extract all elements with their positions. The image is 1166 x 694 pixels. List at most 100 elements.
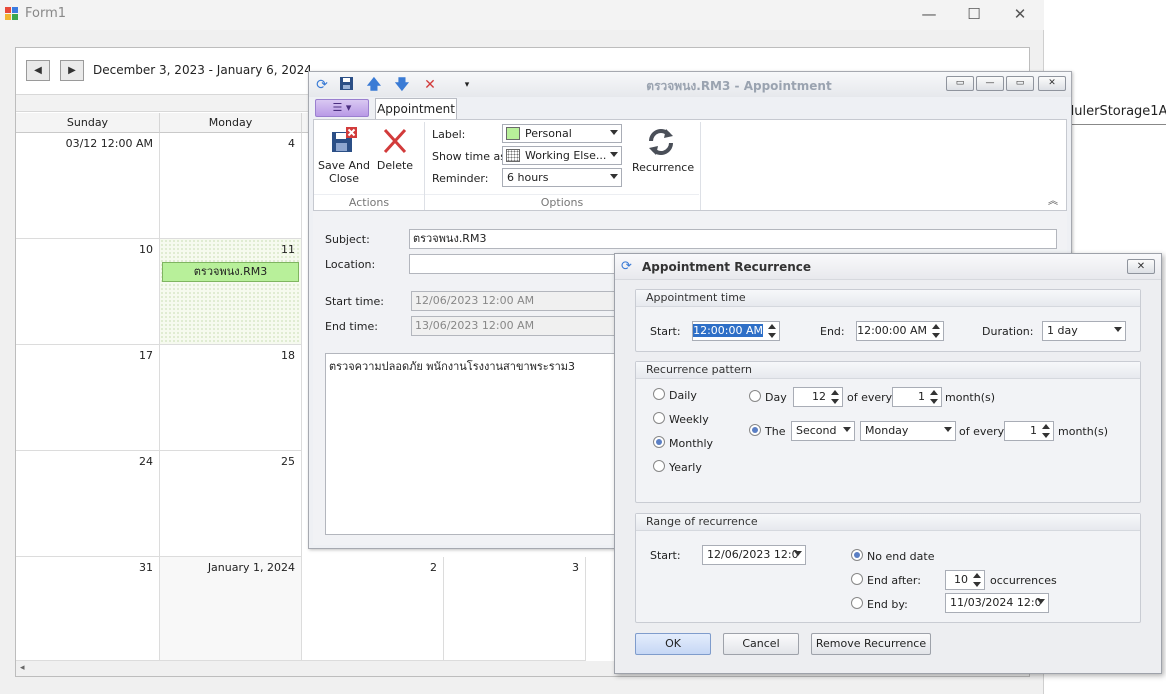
remove-recurrence-button[interactable]: Remove Recurrence — [811, 633, 931, 655]
window-title: Form1 — [25, 6, 67, 21]
radio-day[interactable] — [749, 390, 761, 402]
delete-button[interactable]: Delete — [375, 126, 415, 172]
spin-down-icon[interactable] — [1042, 433, 1050, 438]
recurrence-button[interactable]: Recurrence — [632, 126, 694, 174]
start-time-label: Start time: — [325, 295, 384, 308]
yearly-label: Yearly — [669, 461, 702, 474]
recurrence-titlebar[interactable]: ⟳ Appointment Recurrence ✕ — [615, 254, 1161, 280]
scroll-left-icon[interactable]: ◂ — [20, 663, 25, 673]
spin-down-icon[interactable] — [973, 582, 981, 587]
arrow-up-icon[interactable]: 🡅 — [365, 76, 383, 94]
calendar-cell[interactable]: 4 — [160, 133, 302, 239]
collapse-ribbon-icon[interactable]: ︽ — [1048, 192, 1058, 207]
calendar-cell[interactable]: 10 — [16, 239, 160, 345]
reminder-combo[interactable]: 6 hours — [502, 168, 622, 187]
radio-monthly[interactable] — [653, 436, 665, 448]
cell-date: 10 — [139, 243, 153, 256]
occurrences-value: 10 — [954, 573, 968, 586]
show-time-combo[interactable]: Working Else... — [502, 146, 622, 165]
spin-up-icon[interactable] — [1042, 424, 1050, 429]
application-menu-button[interactable]: ☰ ▾ — [315, 99, 369, 117]
cell-date: 24 — [139, 455, 153, 468]
radio-yearly[interactable] — [653, 460, 665, 472]
spin-down-icon[interactable] — [932, 333, 940, 338]
spin-up-icon[interactable] — [930, 390, 938, 395]
spin-down-icon[interactable] — [768, 333, 776, 338]
spin-up-icon[interactable] — [768, 324, 776, 329]
range-start-combo[interactable]: 12/06/2023 12:0 — [702, 545, 806, 565]
calendar-cell[interactable]: 03/12 12:00 AM — [16, 133, 160, 239]
save-icon[interactable] — [337, 76, 355, 94]
calendar-cell[interactable]: January 1, 2024 — [160, 557, 302, 661]
notes-textarea[interactable]: ตรวจความปลอดภัย พนักงานโรงงานสาขาพระราม3 — [325, 353, 625, 535]
weekday-combo[interactable]: Monday — [860, 421, 956, 441]
rec-start-time-value: 12:00:00 AM — [693, 324, 763, 337]
reminder-value: 6 hours — [507, 171, 549, 184]
end-by-combo[interactable]: 11/03/2024 12:0 — [945, 593, 1049, 613]
months-label-2: month(s) — [1058, 425, 1109, 438]
spin-up-icon[interactable] — [973, 573, 981, 578]
tabbed-view-button[interactable]: ▭ — [946, 76, 974, 91]
cancel-button[interactable]: Cancel — [723, 633, 799, 655]
arrow-down-icon[interactable]: 🡇 — [393, 76, 411, 94]
calendar-cell[interactable]: 2 — [302, 557, 444, 661]
day-number-spin[interactable]: 12 — [793, 387, 843, 407]
spin-up-icon[interactable] — [831, 390, 839, 395]
maximize-button[interactable]: ☐ — [951, 0, 997, 30]
spin-down-icon[interactable] — [831, 399, 839, 404]
minimize-button[interactable]: — — [906, 0, 952, 30]
ordinal-combo[interactable]: Second — [791, 421, 855, 441]
main-titlebar[interactable]: Form1 — ☐ ✕ — [0, 0, 1044, 30]
appt-minimize-button[interactable]: — — [976, 76, 1004, 91]
subject-input[interactable]: ตรวจพนง.RM3 — [409, 229, 1057, 249]
cell-date: 2 — [430, 561, 437, 574]
radio-end-by[interactable] — [851, 597, 863, 609]
recurrence-close-button[interactable]: ✕ — [1127, 259, 1155, 274]
radio-no-end-date[interactable] — [851, 549, 863, 561]
radio-weekly[interactable] — [653, 412, 665, 424]
months-spin-1[interactable]: 1 — [892, 387, 942, 407]
months-value-1: 1 — [918, 390, 925, 403]
cell-date: 18 — [281, 349, 295, 362]
reminder-caption: Reminder: — [432, 172, 489, 185]
spin-down-icon[interactable] — [930, 399, 938, 404]
save-and-close-label: Save And Close — [318, 159, 370, 185]
calendar-cell[interactable]: 18 — [160, 345, 302, 451]
spin-up-icon[interactable] — [932, 324, 940, 329]
calendar-cell-with-appointment[interactable]: 11 ตรวจพนง.RM3 — [160, 239, 302, 345]
radio-the[interactable] — [749, 424, 761, 436]
rec-end-time-input[interactable]: 12:00:00 AM — [856, 321, 944, 341]
chevron-down-icon — [794, 551, 802, 556]
calendar-cell[interactable]: 31 — [16, 557, 160, 661]
calendar-cell[interactable]: 24 — [16, 451, 160, 557]
appointment-titlebar[interactable]: ⟳ 🡅 🡇 ✕ ▾ ตรวจพนง.RM3 - Appointment ▭ — … — [309, 72, 1071, 97]
appt-close-button[interactable]: ✕ — [1038, 76, 1066, 91]
label-combo[interactable]: Personal — [502, 124, 622, 143]
close-button[interactable]: ✕ — [997, 0, 1043, 30]
appointment-chip[interactable]: ตรวจพนง.RM3 — [162, 262, 299, 282]
rec-end-time-value: 12:00:00 AM — [857, 324, 927, 337]
customize-qat-icon[interactable]: ▾ — [458, 76, 476, 94]
occurrences-spin[interactable]: 10 — [945, 570, 985, 590]
chevron-down-icon — [1114, 327, 1122, 332]
range-start-label: Start: — [650, 549, 681, 562]
radio-daily[interactable] — [653, 388, 665, 400]
calendar-cell[interactable]: 25 — [160, 451, 302, 557]
radio-end-after[interactable] — [851, 573, 863, 585]
range-start-value: 12/06/2023 12:0 — [707, 548, 799, 561]
appt-maximize-button[interactable]: ▭ — [1006, 76, 1034, 91]
recurrence-small-icon[interactable]: ⟳ — [313, 76, 331, 94]
duration-combo[interactable]: 1 day — [1042, 321, 1126, 341]
months-spin-2[interactable]: 1 — [1004, 421, 1054, 441]
rec-start-time-input[interactable]: 12:00:00 AM — [692, 321, 780, 341]
delete-small-icon[interactable]: ✕ — [421, 76, 439, 94]
label-value: Personal — [525, 127, 572, 140]
tab-appointment[interactable]: Appointment — [375, 98, 457, 120]
next-period-button[interactable]: ▶ — [60, 60, 84, 81]
ok-button[interactable]: OK — [635, 633, 711, 655]
weekday-value: Monday — [865, 424, 909, 437]
calendar-cell[interactable]: 3 — [444, 557, 586, 661]
calendar-cell[interactable]: 17 — [16, 345, 160, 451]
prev-period-button[interactable]: ◀ — [26, 60, 50, 81]
save-and-close-button[interactable]: Save And Close — [317, 126, 371, 185]
